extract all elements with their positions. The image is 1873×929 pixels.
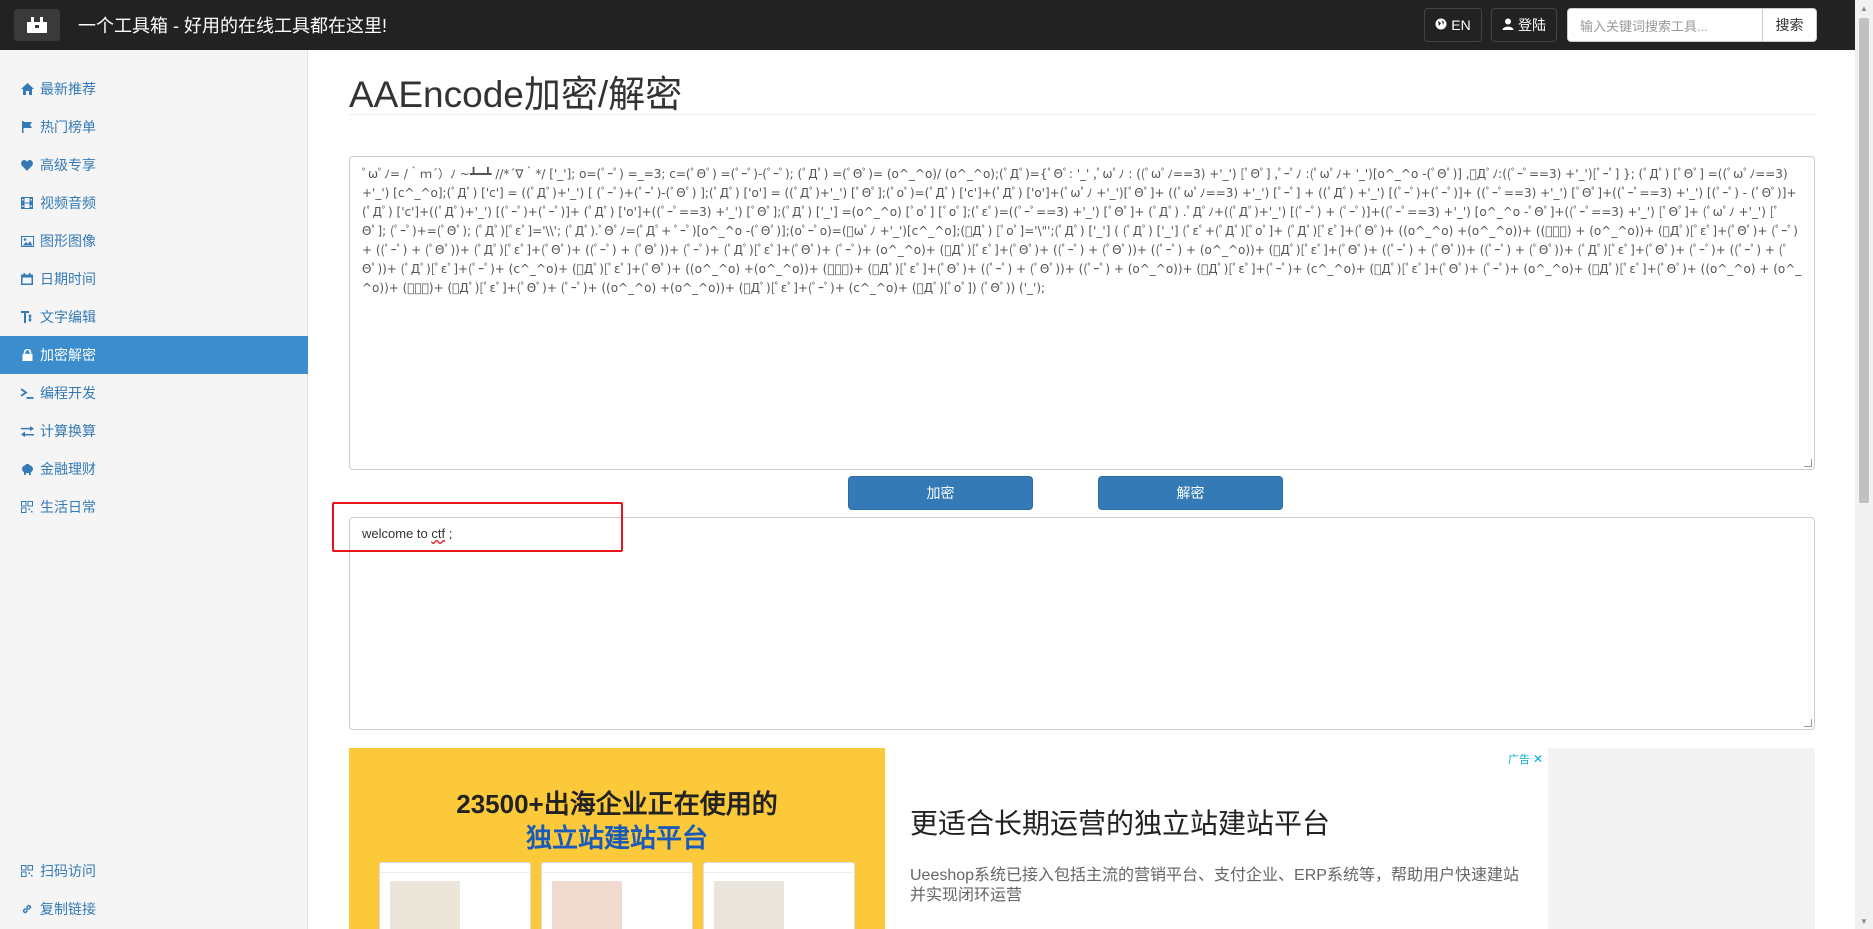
ad-banner-image[interactable]: 23500+出海企业正在使用的 独立站建站平台 xyxy=(349,748,885,929)
top-navbar: 一个工具箱 - 好用的在线工具都在这里! EN 登陆 输入关键词搜索工具... … xyxy=(0,0,1855,50)
sidebar-item-dev[interactable]: 编程开发 xyxy=(0,374,308,412)
ad-text-panel[interactable]: 更适合长期运营的独立站建站平台 Ueeshop系统已接入包括主流的营销平台、支付… xyxy=(885,748,1548,929)
piggy-bank-icon xyxy=(20,462,34,476)
terminal-icon xyxy=(20,386,34,400)
language-label: EN xyxy=(1451,17,1471,33)
sidebar-item-label: 日期时间 xyxy=(40,271,96,287)
ad-label: 广告 xyxy=(1508,754,1530,766)
sidebar-item-latest[interactable]: 最新推荐 xyxy=(0,70,308,108)
scrollbar-thumb[interactable] xyxy=(1859,18,1869,503)
ad-subheadline: 独立站建站平台 xyxy=(525,823,708,853)
decrypt-button[interactable]: 解密 xyxy=(1098,476,1283,510)
transfer-icon xyxy=(20,424,34,438)
qrcode-icon xyxy=(20,500,34,514)
text-height-icon xyxy=(20,310,34,324)
qrcode-icon xyxy=(20,864,34,878)
lock-icon xyxy=(20,348,34,362)
sidebar-item-finance[interactable]: 金融理财 xyxy=(0,450,308,488)
heart-icon xyxy=(20,158,34,172)
sidebar-item-hot[interactable]: 热门榜单 xyxy=(0,108,308,146)
sidebar-item-label: 生活日常 xyxy=(40,499,96,515)
link-icon xyxy=(20,902,34,916)
search-input[interactable]: 输入关键词搜索工具... xyxy=(1567,8,1763,42)
sidebar-item-calc[interactable]: 计算换算 xyxy=(0,412,308,450)
toolbox-logo-icon xyxy=(14,9,60,41)
sidebar-item-label: 文字编辑 xyxy=(40,309,96,325)
ad-screenshot-thumbnail xyxy=(541,862,693,929)
scroll-up-arrow-icon[interactable]: ▲ xyxy=(1855,0,1873,16)
scroll-down-arrow-icon[interactable]: ▼ xyxy=(1855,913,1873,929)
title-divider xyxy=(349,114,1815,115)
ad-description: Ueeshop系统已接入包括主流的营销平台、支付企业、ERP系统等，帮助用户快速… xyxy=(910,867,1519,904)
input-textarea[interactable]: ﾟωﾟﾉ= /｀ｍ´）ﾉ ~┻━┻ //*´∇｀*/ ['_']; o=(ﾟｰﾟ… xyxy=(349,156,1815,470)
close-icon[interactable]: ✕ xyxy=(1533,752,1543,766)
sidebar-item-datetime[interactable]: 日期时间 xyxy=(0,260,308,298)
film-icon xyxy=(20,196,34,210)
sidebar-item-label: 金融理财 xyxy=(40,461,96,477)
page-scrollbar[interactable]: ▲ ▼ xyxy=(1855,0,1873,929)
sidebar-item-label: 最新推荐 xyxy=(40,81,96,97)
user-icon xyxy=(1502,17,1514,33)
sidebar-item-label: 热门榜单 xyxy=(40,119,96,135)
sidebar-item-premium[interactable]: 高级专享 xyxy=(0,146,308,184)
sidebar-item-image[interactable]: 图形图像 xyxy=(0,222,308,260)
ad-headline: 23500+出海企业正在使用的 xyxy=(456,789,778,819)
ad-screenshot-thumbnail xyxy=(379,862,531,929)
sidebar-item-label: 扫码访问 xyxy=(40,863,96,879)
brand[interactable]: 一个工具箱 - 好用的在线工具都在这里! xyxy=(14,9,387,41)
sidebar-item-label: 编程开发 xyxy=(40,385,96,401)
sidebar-item-copy-link[interactable]: 复制链接 xyxy=(0,890,308,928)
picture-icon xyxy=(20,234,34,248)
annotation-highlight-box xyxy=(332,502,623,552)
globe-icon xyxy=(1435,17,1447,33)
ad-screenshot-thumbnail xyxy=(703,862,855,929)
language-button[interactable]: EN xyxy=(1424,8,1482,42)
sidebar-item-label: 视频音频 xyxy=(40,195,96,211)
search-button[interactable]: 搜索 xyxy=(1762,8,1817,42)
site-title: 一个工具箱 - 好用的在线工具都在这里! xyxy=(78,16,387,36)
ad-marker[interactable]: 广告 ✕ xyxy=(1508,751,1543,767)
sidebar-item-label: 高级专享 xyxy=(40,157,96,173)
resize-handle-icon[interactable] xyxy=(1804,459,1812,467)
page-title: AAEncode加密/解密 xyxy=(349,74,683,115)
sidebar-item-scan-access[interactable]: 扫码访问 xyxy=(0,852,308,890)
encrypt-button[interactable]: 加密 xyxy=(848,476,1033,510)
sidebar-item-label: 图形图像 xyxy=(40,233,96,249)
sidebar-item-label: 加密解密 xyxy=(40,347,96,363)
sidebar-item-label: 计算换算 xyxy=(40,423,96,439)
sidebar-item-label: 复制链接 xyxy=(40,901,96,917)
calendar-icon xyxy=(20,272,34,286)
ad-title: 更适合长期运营的独立站建站平台 xyxy=(910,808,1331,839)
sidebar-item-life[interactable]: 生活日常 xyxy=(0,488,308,526)
sidebar-item-video[interactable]: 视频音频 xyxy=(0,184,308,222)
sidebar-item-crypto[interactable]: 加密解密 xyxy=(0,336,308,374)
resize-handle-icon[interactable] xyxy=(1804,719,1812,727)
login-label: 登陆 xyxy=(1518,17,1546,33)
login-button[interactable]: 登陆 xyxy=(1491,8,1557,42)
flag-icon xyxy=(20,120,34,134)
input-text: ﾟωﾟﾉ= /｀ｍ´）ﾉ ~┻━┻ //*´∇｀*/ ['_']; o=(ﾟｰﾟ… xyxy=(362,167,1802,295)
home-icon xyxy=(20,82,34,96)
sidebar-item-text[interactable]: 文字编辑 xyxy=(0,298,308,336)
